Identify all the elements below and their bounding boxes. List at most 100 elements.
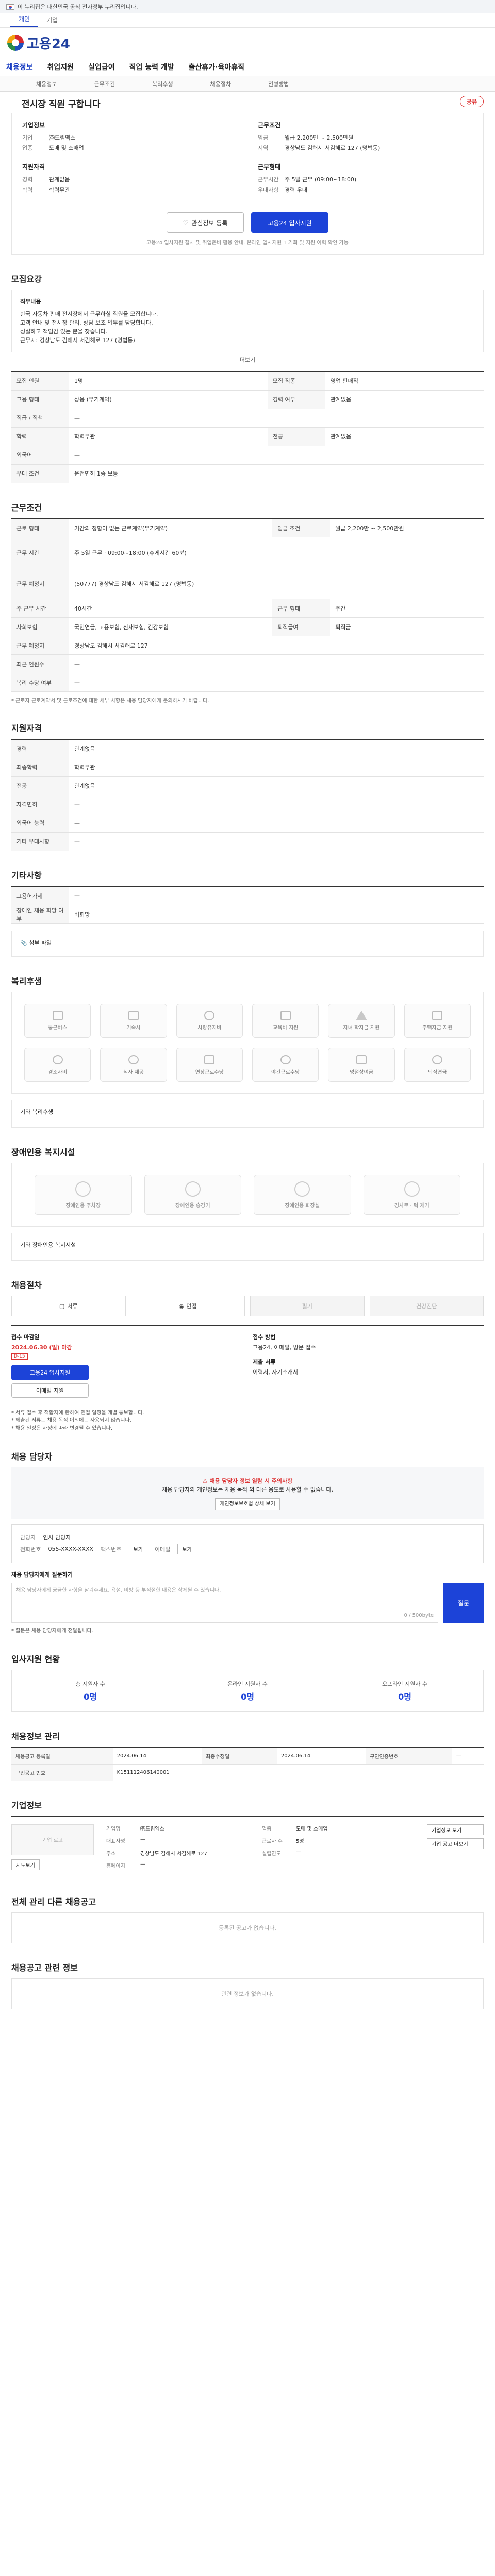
company-more-button[interactable]: 기업 공고 더보기 (427, 1838, 484, 1849)
disability-item: 장애인용 화장실 (254, 1175, 351, 1215)
nav-item-training[interactable]: 직업 능력 개발 (129, 62, 174, 72)
nav-item-support[interactable]: 취업지원 (47, 62, 74, 72)
table-row: 사회보험 국민연금, 고용보험, 산재보험, 건강보험 퇴직급여 퇴직금 (11, 617, 484, 636)
attachment-box[interactable]: 📎 첨부 파일 (11, 931, 484, 957)
restroom-icon (294, 1181, 310, 1197)
disability-item: 경사로 · 턱 제거 (363, 1175, 460, 1215)
nav-item-leave[interactable]: 출산휴가·육아휴직 (189, 62, 244, 72)
welfare-item: 경조사비 (24, 1048, 91, 1082)
scrap-button[interactable]: ♡ 관심정보 등록 (167, 212, 244, 233)
table-row: 기타 우대사항 — (11, 832, 484, 851)
table-row: 자격면허 — (11, 795, 484, 814)
manager-tel: 055-XXXX-XXXX (48, 1546, 94, 1552)
flag-icon (6, 4, 14, 10)
process-heading: 채용절차 (11, 1280, 42, 1290)
bus-icon (52, 1010, 63, 1020)
summary-req-heading: 지원자격 (22, 163, 45, 171)
question-submit-button[interactable]: 질문 (443, 1583, 484, 1623)
tab-personal[interactable]: 개인 (10, 11, 39, 27)
gift-icon (52, 1055, 63, 1064)
summary-cond-heading: 근무조건 (258, 122, 281, 129)
apply-online-button[interactable]: 고용24 입사지원 (11, 1365, 89, 1380)
apply-docs: 이력서, 자기소개서 (253, 1369, 298, 1376)
company-info-button[interactable]: 기업정보 보기 (427, 1824, 484, 1835)
section-nav-welfare[interactable]: 복리후생 (152, 80, 173, 88)
car-icon (204, 1010, 215, 1020)
notice-empty: 관련 정보가 없습니다. (11, 1978, 484, 2009)
nav-item-jobs[interactable]: 채용정보 (6, 62, 33, 72)
welfare-item: 연장근로수당 (176, 1048, 243, 1082)
info-heading: 채용정보 관리 (11, 1732, 60, 1741)
stat-offline: 오프라인 지원자 수 0명 (382, 1681, 427, 1702)
company-logo: 기업 로고 (11, 1824, 94, 1855)
privacy-warning: ⚠ 채용 담당자 정보 열람 시 주의사항 채용 담당자의 개인정보는 채용 목… (11, 1467, 484, 1519)
logo-text[interactable]: 고용24 (27, 33, 70, 53)
welfare-box: 통근버스 기숙사 차량유지비 교육비 지원 자녀 학자금 지원 주택자금 지원 … (11, 992, 484, 1094)
manager-name: 인사 담당자 (43, 1534, 71, 1541)
recruit-line: 근무지: 경상남도 김해시 서김해로 127 (명법동) (20, 337, 135, 344)
preference: 경력 우대 (285, 187, 307, 193)
tab-company[interactable]: 기업 (38, 12, 66, 27)
welfare-item: 통근버스 (24, 1004, 91, 1038)
nav-item-benefit[interactable]: 실업급여 (88, 62, 115, 72)
dday-badge: D-15 (11, 1353, 28, 1360)
more-button[interactable]: 더보기 (11, 355, 484, 364)
house-icon (432, 1010, 443, 1020)
map-button[interactable]: 지도보기 (11, 1859, 40, 1870)
similar-heading: 전체 관리 다른 채용공고 (11, 1896, 96, 1907)
disability-item: 장애인용 주차장 (35, 1175, 132, 1215)
gov-banner: 이 누리집은 대한민국 공식 전자정부 누리집입니다. (0, 0, 495, 13)
section-nav-method[interactable]: 전형방법 (268, 80, 289, 88)
elevator-icon (185, 1181, 201, 1197)
welfare-item: 식사 제공 (100, 1048, 167, 1082)
location: 경상남도 김해시 서김해로 127 (명법동) (285, 145, 381, 151)
meal-icon (128, 1055, 139, 1064)
recruit-box: 직무내용 한국 자동차 판매 전시장에서 근무하실 직원을 모집합니다. 고객 … (11, 290, 484, 352)
table-row: 복리 수당 여부 — (11, 673, 484, 692)
table-row: 직급 / 직책 — (11, 409, 484, 428)
page-title: 전시장 직원 구합니다 공유 (11, 92, 484, 113)
section-nav-work[interactable]: 근무조건 (94, 80, 114, 88)
share-button[interactable]: 공유 (460, 96, 484, 107)
work-time: 주 5일 근무 (09:00~18:00) (285, 176, 357, 183)
table-row: 채용공고 등록일 2024.06.14 최종수정일 2024.06.14 구인인증번호 — (11, 1748, 484, 1765)
recruit-line: 성실하고 책임감 있는 분을 찾습니다. (20, 328, 108, 335)
wage: 월급 2,200만 ~ 2,500만원 (285, 134, 354, 141)
table-row: 근무 예정지 (50777) 경상남도 김해시 서김해로 127 (명법동) (11, 568, 484, 599)
stats-row: 총 지원자 수 0명 온라인 지원자 수 0명 오프라인 지원자 수 0명 (11, 1670, 484, 1712)
site-tabs: 개인 기업 (0, 13, 495, 28)
recruit-table: 모집 인원 1명 모집 직종 영업 판매직 고용 형태 상용 (무기계약) 경력 여부 관계… (11, 371, 484, 483)
section-nav-recruit[interactable]: 채용정보 (36, 80, 57, 88)
table-row: 근로 형태 기간의 정함이 없는 근로계약(무기계약) 임금 조건 월급 2,200만… (11, 518, 484, 537)
table-row: 최근 인원수 — (11, 654, 484, 673)
view-email-button[interactable]: 보기 (177, 1544, 196, 1554)
education: 학력무관 (49, 187, 70, 193)
logo-icon[interactable] (7, 35, 24, 51)
disability-box: 장애인용 주차장 장애인용 승강기 장애인용 화장실 경사로 · 턱 제거 (11, 1163, 484, 1227)
question-input[interactable]: 채용 담당자에게 궁금한 사항을 남겨주세요. 욕설, 비방 등 부적절한 내용… (11, 1583, 438, 1623)
qualify-heading: 지원자격 (11, 723, 42, 733)
privacy-detail-button[interactable]: 개인정보보호법 상세 보기 (215, 1498, 280, 1510)
career: 관계없음 (49, 176, 70, 183)
summary-time-heading: 근무형태 (258, 163, 281, 171)
apply-method: 고용24, 이메일, 방문 접수 (253, 1344, 316, 1351)
welfare-item: 교육비 지원 (252, 1004, 319, 1038)
section-nav-process[interactable]: 채용절차 (210, 80, 230, 88)
table-row: 모집 인원 1명 모집 직종 영업 판매직 (11, 371, 484, 391)
process-step: ◉ 면접 (130, 1296, 245, 1316)
table-row: 고용허가제 — (11, 886, 484, 905)
apply-email-button[interactable]: 이메일 지원 (11, 1383, 89, 1398)
view-fax-button[interactable]: 보기 (128, 1544, 147, 1554)
apply-button[interactable]: 고용24 입사지원 (251, 212, 328, 233)
question-title: 채용 담당자에게 질문하기 (11, 1571, 73, 1578)
contact-box: 담당자 인사 담당자 전화번호 055-XXXX-XXXX 팩스번호 보기 이메일 보기 (11, 1524, 484, 1563)
person-icon: ◉ (178, 1302, 184, 1310)
apply-info: 접수 마감일 2024.06.30 (일) 마감 D-15 고용24 입사지원 … (11, 1325, 484, 1405)
process-steps: ▢ 서류 ◉ 면접 필기 건강진단 (11, 1296, 484, 1316)
similar-empty: 등록된 공고가 없습니다. (11, 1912, 484, 1943)
table-row: 외국어 능력 — (11, 814, 484, 833)
process-notes: * 서류 접수 후 적합자에 한하여 면접 일정을 개별 통보합니다. * 제출… (11, 1410, 144, 1431)
qualify-table: 경력 관계없음 최종학력 학력무관 전공 관계없음 자격면허 — 외국어 능력 — 기타 … (11, 739, 484, 851)
recruit-line: 고객 안내 및 전시장 관리, 상담 보조 업무를 담당합니다. (20, 319, 153, 326)
section-nav: 채용정보 근무조건 복리후생 채용절차 전형방법 (0, 76, 495, 92)
